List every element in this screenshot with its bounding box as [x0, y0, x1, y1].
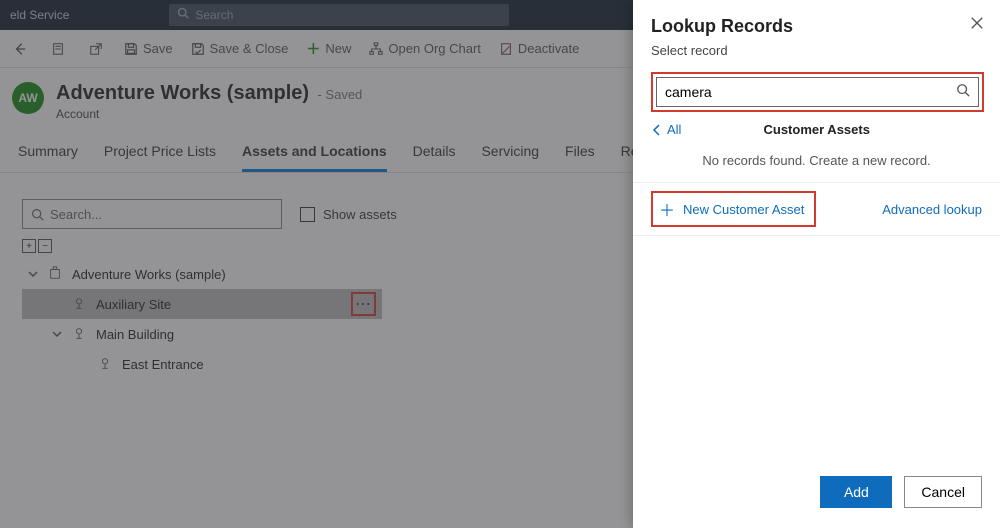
add-button[interactable]: Add: [820, 476, 892, 508]
close-button[interactable]: [970, 16, 984, 35]
new-customer-asset-highlight: ＋ New Customer Asset: [651, 191, 816, 227]
no-records-message: No records found. Create a new record.: [633, 143, 1000, 182]
modal-scrim: [0, 0, 633, 528]
cancel-button[interactable]: Cancel: [904, 476, 982, 508]
panel-subtitle: Select record: [633, 43, 1000, 66]
plus-icon: ＋: [659, 197, 675, 221]
lookup-panel: Lookup Records Select record All Custome…: [633, 0, 1000, 528]
advanced-lookup-link[interactable]: Advanced lookup: [882, 202, 982, 217]
lookup-search-field[interactable]: [656, 77, 979, 107]
lookup-section-title: Customer Assets: [681, 122, 952, 137]
panel-search-highlight: [651, 72, 984, 112]
back-all-link[interactable]: All: [651, 122, 681, 137]
lookup-search-input[interactable]: [665, 84, 956, 100]
panel-title: Lookup Records: [651, 16, 793, 37]
search-icon[interactable]: [956, 83, 970, 102]
new-customer-asset-link[interactable]: ＋ New Customer Asset: [659, 197, 804, 221]
